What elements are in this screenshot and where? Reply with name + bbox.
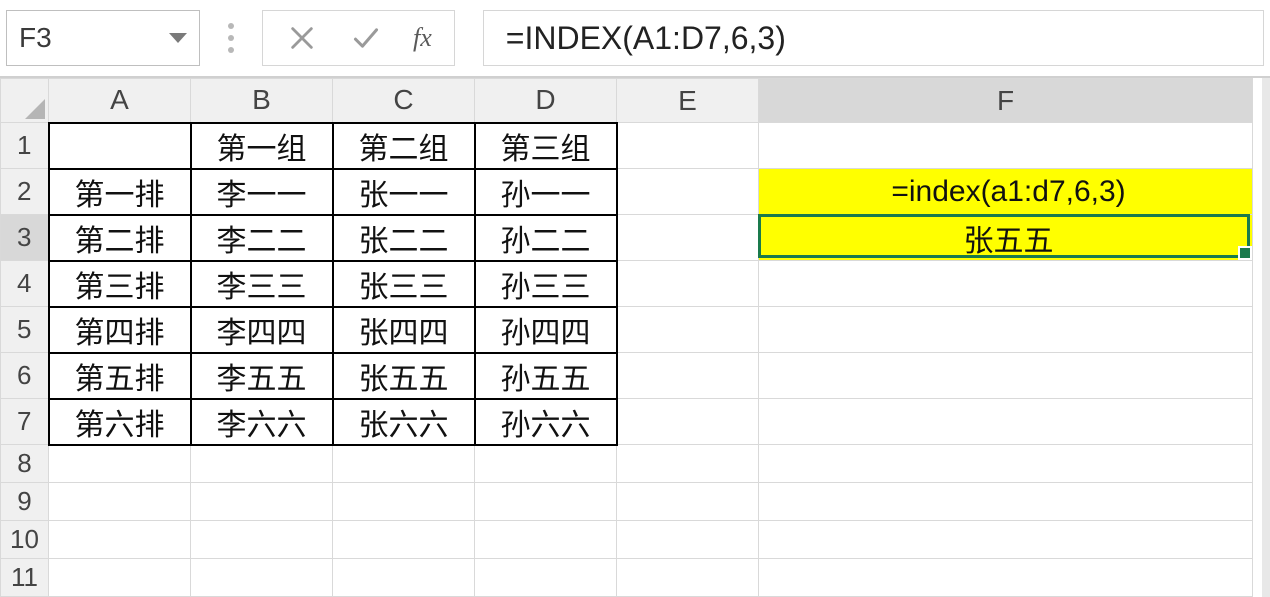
formula-text: =INDEX(A1:D7,6,3) [506,20,786,57]
cell-C5[interactable]: 张四四 [333,307,475,353]
cell-F7[interactable] [759,399,1253,445]
cell-E4[interactable] [617,261,759,307]
col-header-C[interactable]: C [333,79,475,123]
cell-C1[interactable]: 第二组 [333,123,475,169]
cell-E5[interactable] [617,307,759,353]
cell-A6[interactable]: 第五排 [49,353,191,399]
formula-input[interactable]: =INDEX(A1:D7,6,3) [483,10,1264,66]
col-header-F[interactable]: F [759,79,1253,123]
cell-E2[interactable] [617,169,759,215]
row-header-2[interactable]: 2 [1,169,49,215]
col-header-E[interactable]: E [617,79,759,123]
cell-B3[interactable]: 李二二 [191,215,333,261]
cell-F6[interactable] [759,353,1253,399]
cell-D7[interactable]: 孙六六 [475,399,617,445]
cell-B4[interactable]: 李三三 [191,261,333,307]
row-header-7[interactable]: 7 [1,399,49,445]
cell-A5[interactable]: 第四排 [49,307,191,353]
col-header-A[interactable]: A [49,79,191,123]
cell-F4[interactable] [759,261,1253,307]
cell-B1[interactable]: 第一组 [191,123,333,169]
cell-E10[interactable] [617,521,759,559]
row-header-9[interactable]: 9 [1,483,49,521]
spreadsheet-grid[interactable]: ABCDEF 1 第一组第二组第三组 2第一排李一一张一一孙一一 =index(a1:d… [0,78,1270,597]
cell-C10[interactable] [333,521,475,559]
name-box[interactable]: F3 [6,10,200,66]
cell-C2[interactable]: 张一一 [333,169,475,215]
cell-B2[interactable]: 李一一 [191,169,333,215]
row-header-4[interactable]: 4 [1,261,49,307]
cell-F8[interactable] [759,445,1253,483]
cell-A1[interactable] [49,123,191,169]
cell-D3[interactable]: 孙二二 [475,215,617,261]
cancel-icon[interactable] [285,21,319,55]
cell-A7[interactable]: 第六排 [49,399,191,445]
cell-F2[interactable]: =index(a1:d7,6,3) [759,169,1253,215]
formula-bar-menu-icon[interactable] [228,23,234,53]
row-header-5[interactable]: 5 [1,307,49,353]
formula-bar: F3 fx =INDEX(A1:D7,6,3) [0,0,1270,78]
cell-D2[interactable]: 孙一一 [475,169,617,215]
cell-D11[interactable] [475,559,617,597]
cell-B10[interactable] [191,521,333,559]
col-header-D[interactable]: D [475,79,617,123]
cell-C11[interactable] [333,559,475,597]
row-header-8[interactable]: 8 [1,445,49,483]
cell-E8[interactable] [617,445,759,483]
row-header-10[interactable]: 10 [1,521,49,559]
select-all-corner[interactable] [1,79,49,123]
cell-C4[interactable]: 张三三 [333,261,475,307]
formula-bar-buttons: fx [262,10,455,66]
cell-D1[interactable]: 第三组 [475,123,617,169]
cell-E1[interactable] [617,123,759,169]
row-header-3[interactable]: 3 [1,215,49,261]
cell-A3[interactable]: 第二排 [49,215,191,261]
enter-icon[interactable] [349,21,383,55]
cell-B9[interactable] [191,483,333,521]
cell-B7[interactable]: 李六六 [191,399,333,445]
cell-D5[interactable]: 孙四四 [475,307,617,353]
cell-B8[interactable] [191,445,333,483]
cell-A4[interactable]: 第三排 [49,261,191,307]
cell-F10[interactable] [759,521,1253,559]
cell-E7[interactable] [617,399,759,445]
cell-B6[interactable]: 李五五 [191,353,333,399]
name-box-dropdown-icon[interactable] [169,33,187,43]
cell-E9[interactable] [617,483,759,521]
cell-B5[interactable]: 李四四 [191,307,333,353]
cell-D6[interactable]: 孙五五 [475,353,617,399]
cell-D8[interactable] [475,445,617,483]
cell-E11[interactable] [617,559,759,597]
cell-C8[interactable] [333,445,475,483]
cell-D10[interactable] [475,521,617,559]
cell-C9[interactable] [333,483,475,521]
cell-F3[interactable]: 张五五 [759,215,1253,261]
cell-A8[interactable] [49,445,191,483]
row-header-6[interactable]: 6 [1,353,49,399]
cell-A2[interactable]: 第一排 [49,169,191,215]
fx-icon[interactable]: fx [413,23,432,53]
cell-C3[interactable]: 张二二 [333,215,475,261]
cell-C6[interactable]: 张五五 [333,353,475,399]
cell-F11[interactable] [759,559,1253,597]
cell-F9[interactable] [759,483,1253,521]
cell-A9[interactable] [49,483,191,521]
cell-A10[interactable] [49,521,191,559]
cell-E6[interactable] [617,353,759,399]
cell-D4[interactable]: 孙三三 [475,261,617,307]
row-header-1[interactable]: 1 [1,123,49,169]
row-header-11[interactable]: 11 [1,559,49,597]
col-header-B[interactable]: B [191,79,333,123]
scrollbar-gutter [1262,78,1270,597]
cell-B11[interactable] [191,559,333,597]
cell-F1[interactable] [759,123,1253,169]
name-box-value: F3 [19,22,52,54]
cell-F5[interactable] [759,307,1253,353]
cell-A11[interactable] [49,559,191,597]
cell-E3[interactable] [617,215,759,261]
cell-D9[interactable] [475,483,617,521]
cell-C7[interactable]: 张六六 [333,399,475,445]
